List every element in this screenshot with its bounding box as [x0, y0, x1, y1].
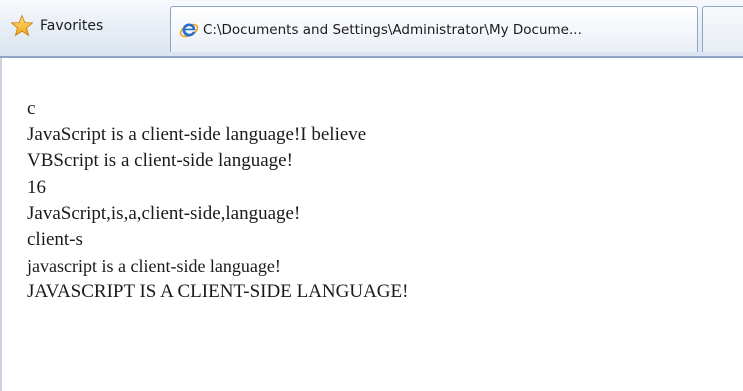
output-line: client-s — [27, 229, 83, 251]
favorites-button[interactable]: Favorites — [4, 6, 164, 46]
ie-logo-icon — [179, 23, 199, 37]
output-line: c — [27, 98, 36, 119]
output-line: VBScript is a client-side language! — [27, 150, 293, 172]
output-line: javascript is a client-side language! — [27, 256, 281, 277]
output-line: 16 — [27, 176, 46, 198]
output-line: JavaScript,is,a,client-side,language! — [27, 202, 301, 224]
browser-window: Favorites C:\Documents and Settings\Admi… — [0, 0, 743, 391]
new-tab-button[interactable] — [702, 6, 743, 52]
tab-active-page[interactable]: C:\Documents and Settings\Administrator\… — [170, 6, 698, 52]
star-icon — [10, 14, 34, 37]
tab-bar: Favorites C:\Documents and Settings\Admi… — [0, 0, 743, 58]
favorites-label: Favorites — [40, 18, 104, 34]
tab-title: C:\Documents and Settings\Administrator\… — [203, 21, 582, 38]
page-content: c JavaScript is a client-side language!I… — [0, 58, 743, 391]
output-line: JAVASCRIPT IS A CLIENT-SIDE LANGUAGE! — [27, 281, 409, 303]
output-line: JavaScript is a client-side language!I b… — [27, 124, 367, 146]
